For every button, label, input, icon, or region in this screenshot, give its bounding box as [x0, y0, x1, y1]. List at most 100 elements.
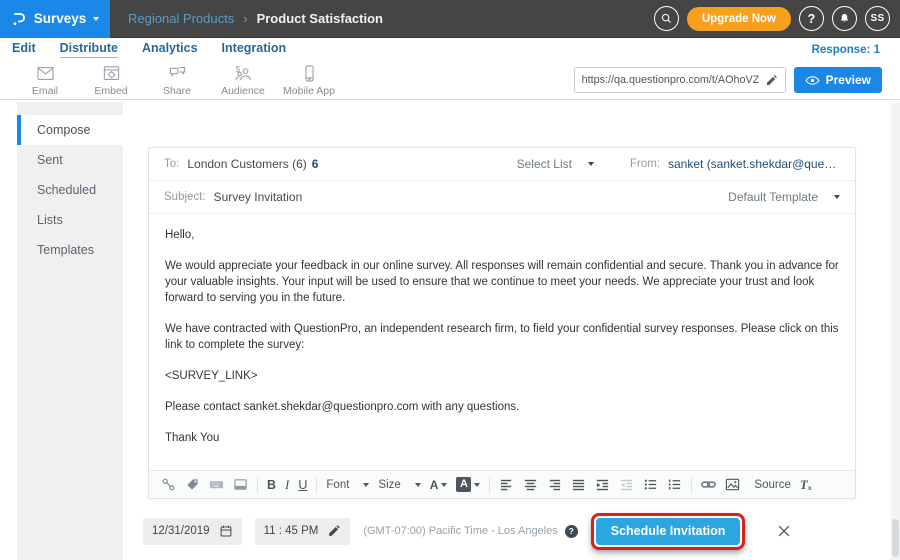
- chevron-down-icon: [441, 483, 447, 487]
- email-body-editor[interactable]: Hello, We would appreciate your feedback…: [149, 214, 855, 444]
- tab-edit[interactable]: Edit: [12, 41, 36, 58]
- subject-row: Subject: Survey Invitation Default Templ…: [149, 181, 855, 214]
- time-value: 11 : 45 PM: [264, 525, 319, 537]
- select-list-dropdown[interactable]: Select List: [517, 157, 594, 171]
- survey-nav: Edit Distribute Analytics Integration Re…: [0, 38, 900, 61]
- justify-icon: [571, 477, 586, 492]
- footer-block-button[interactable]: [233, 477, 248, 492]
- align-center-icon: [523, 477, 538, 492]
- upgrade-now-button[interactable]: Upgrade Now: [687, 7, 791, 31]
- time-picker[interactable]: 11 : 45 PM: [255, 518, 351, 545]
- fill-color-button[interactable]: A: [456, 477, 480, 492]
- top-header: Surveys Regional Products › Product Sati…: [0, 0, 900, 38]
- tab-distribute[interactable]: Distribute: [60, 41, 118, 58]
- survey-url-field[interactable]: https://qa.questionpro.com/t/AOhoVZfqml: [574, 67, 786, 93]
- sidebar-item-templates[interactable]: Templates: [17, 235, 123, 265]
- remove-format-button[interactable]: Tₓ: [800, 477, 812, 493]
- size-dropdown[interactable]: Size: [378, 479, 420, 491]
- channel-label: Embed: [94, 85, 127, 97]
- size-dropdown-label: Size: [378, 479, 400, 491]
- image-icon: [725, 477, 740, 492]
- source-button[interactable]: Source: [749, 479, 790, 491]
- preview-label: Preview: [826, 73, 871, 87]
- help-button[interactable]: ?: [799, 6, 824, 31]
- chevron-down-icon: [474, 483, 480, 487]
- channel-label: Email: [32, 85, 58, 97]
- merge-field-button[interactable]: [209, 477, 224, 492]
- breadcrumb-separator: ›: [243, 11, 247, 26]
- link-nodes-icon: [161, 477, 176, 492]
- timezone-help-icon[interactable]: ?: [565, 525, 578, 538]
- sidebar-item-sent[interactable]: Sent: [17, 145, 123, 175]
- justify-button[interactable]: [571, 477, 586, 492]
- align-center-button[interactable]: [523, 477, 538, 492]
- text-color-label: A: [430, 478, 439, 492]
- channel-share[interactable]: Share: [144, 64, 210, 97]
- numbered-list-button[interactable]: [667, 477, 682, 492]
- schedule-invitation-button[interactable]: Schedule Invitation: [596, 518, 741, 545]
- mobile-phone-icon: [299, 64, 320, 83]
- insert-image-button[interactable]: [725, 477, 740, 492]
- text-color-button[interactable]: A: [430, 478, 448, 492]
- body-paragraph: Hello,: [165, 227, 839, 243]
- edit-url-pencil-icon[interactable]: [765, 74, 778, 87]
- bulleted-list-button[interactable]: [643, 477, 658, 492]
- tag-button[interactable]: [185, 477, 200, 492]
- anchor-link-button[interactable]: [161, 477, 176, 492]
- subject-value[interactable]: Survey Invitation: [214, 190, 303, 204]
- cancel-schedule-button[interactable]: [776, 523, 792, 539]
- sidebar-item-scheduled[interactable]: Scheduled: [17, 175, 123, 205]
- tab-analytics[interactable]: Analytics: [142, 41, 198, 58]
- subject-label: Subject:: [164, 191, 206, 203]
- page-scrollbar[interactable]: [891, 103, 900, 560]
- window-panel-icon: [233, 477, 248, 492]
- bell-icon: [838, 12, 851, 25]
- distribute-toolbar: Email Embed Share $ Audience: [0, 61, 900, 100]
- notifications-button[interactable]: [832, 6, 857, 31]
- bulleted-list-icon: [643, 477, 658, 492]
- channel-mobile-app[interactable]: Mobile App: [276, 64, 342, 97]
- link-chain-icon: [701, 477, 716, 492]
- indent-button[interactable]: [595, 477, 610, 492]
- search-button[interactable]: [654, 6, 679, 31]
- email-compose-panel: To: London Customers (6) 6 Select List F…: [148, 147, 856, 499]
- app-logo-surveys-menu[interactable]: Surveys: [0, 0, 110, 38]
- date-value: 12/31/2019: [152, 525, 210, 537]
- breadcrumb: Regional Products › Product Satisfaction: [128, 11, 383, 26]
- bold-button[interactable]: B: [267, 478, 276, 492]
- sidebar-item-compose[interactable]: Compose: [17, 115, 123, 145]
- sidebar-item-lists[interactable]: Lists: [17, 205, 123, 235]
- embed-window-icon: [101, 64, 122, 83]
- avatar[interactable]: SS: [865, 6, 890, 31]
- template-dropdown[interactable]: Default Template: [728, 190, 840, 204]
- insert-link-button[interactable]: [701, 477, 716, 492]
- body-paragraph: We would appreciate your feedback in our…: [165, 258, 839, 306]
- share-bubbles-icon: [167, 64, 188, 83]
- channel-audience[interactable]: $ Audience: [210, 64, 276, 97]
- align-left-button[interactable]: [499, 477, 514, 492]
- distribute-content: Compose Sent Scheduled Lists Templates T…: [0, 102, 900, 560]
- select-list-label: Select List: [517, 157, 572, 171]
- outdent-icon: [619, 477, 634, 492]
- recipient-count[interactable]: 6: [312, 157, 319, 171]
- toolbar-divider: [316, 477, 317, 493]
- schedule-controls: 12/31/2019 11 : 45 PM (GMT-07:00) Pacifi…: [143, 509, 792, 553]
- preview-button[interactable]: Preview: [794, 67, 882, 93]
- underline-button[interactable]: U: [298, 478, 307, 492]
- body-paragraph: Please contact sanket.shekdar@questionpr…: [165, 399, 839, 415]
- channel-email[interactable]: Email: [12, 64, 78, 97]
- to-value[interactable]: London Customers (6): [187, 157, 306, 171]
- italic-button[interactable]: I: [285, 477, 289, 493]
- from-dropdown[interactable]: From: sanket (sanket.shekdar@ques...: [630, 157, 840, 171]
- avatar-initials: SS: [871, 13, 885, 24]
- chevron-down-icon: [93, 17, 99, 21]
- toolbar-divider: [257, 477, 258, 493]
- date-picker[interactable]: 12/31/2019: [143, 518, 242, 545]
- scrollbar-thumb[interactable]: [892, 519, 899, 557]
- outdent-button[interactable]: [619, 477, 634, 492]
- tab-integration[interactable]: Integration: [222, 41, 287, 58]
- channel-embed[interactable]: Embed: [78, 64, 144, 97]
- align-right-button[interactable]: [547, 477, 562, 492]
- font-dropdown[interactable]: Font: [326, 479, 369, 491]
- breadcrumb-folder[interactable]: Regional Products: [128, 11, 234, 26]
